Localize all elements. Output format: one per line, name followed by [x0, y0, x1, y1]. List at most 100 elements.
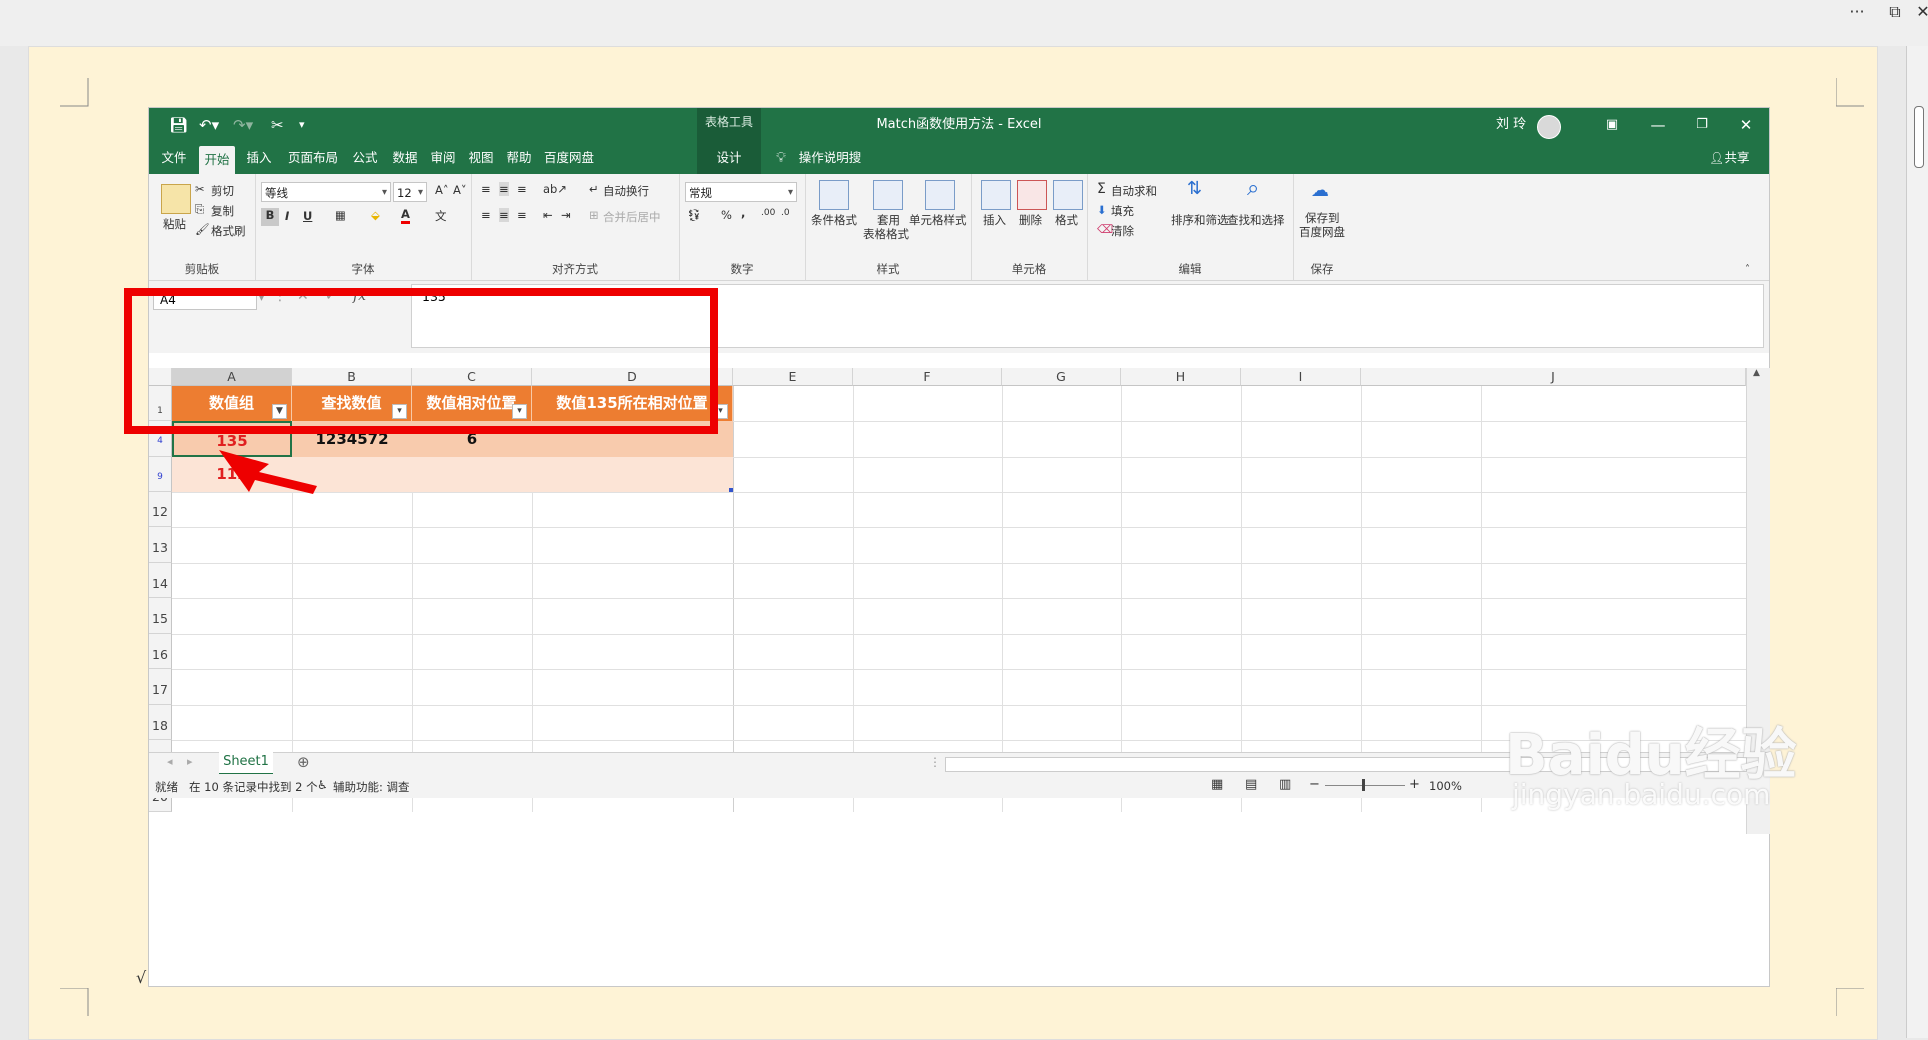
- format-cells-icon[interactable]: [1053, 180, 1083, 210]
- indent-decrease-icon[interactable]: ⇤: [543, 208, 553, 222]
- percent-button[interactable]: %: [721, 208, 732, 222]
- sort-filter-button[interactable]: 排序和筛选: [1171, 212, 1229, 228]
- close-icon[interactable]: ✕: [1723, 108, 1769, 142]
- align-center-icon[interactable]: ≡: [499, 208, 509, 222]
- page-break-icon[interactable]: ▥: [1279, 777, 1291, 792]
- comma-button[interactable]: ,: [741, 206, 745, 220]
- sheet-tab-sheet1[interactable]: Sheet1: [219, 752, 273, 775]
- row-header-18[interactable]: 18: [149, 705, 172, 740]
- table-resize-handle[interactable]: [729, 488, 733, 492]
- save-to-netdisk-line2[interactable]: 百度网盘: [1299, 224, 1345, 240]
- conditional-format-icon[interactable]: [819, 180, 849, 210]
- autosum-button[interactable]: 自动求和: [1111, 183, 1157, 199]
- restore-icon[interactable]: ⧉: [1880, 0, 1910, 24]
- delete-cells-icon[interactable]: [1017, 180, 1047, 210]
- delete-cells-button[interactable]: 删除: [1019, 212, 1042, 228]
- tab-file[interactable]: 文件: [155, 142, 193, 174]
- zoom-slider-thumb[interactable]: [1362, 779, 1365, 791]
- maximize-icon[interactable]: ❐: [1679, 108, 1725, 142]
- column-header-j[interactable]: J: [1361, 368, 1746, 386]
- table-format-button-2[interactable]: 表格格式: [863, 226, 909, 242]
- font-name-select[interactable]: 等线: [261, 182, 391, 203]
- shrink-font-icon[interactable]: A˅: [453, 183, 467, 197]
- merge-icon[interactable]: ⊞: [589, 208, 599, 222]
- table-format-icon[interactable]: [873, 180, 903, 210]
- tab-insert[interactable]: 插入: [241, 142, 277, 174]
- tab-home[interactable]: 开始: [199, 146, 235, 174]
- italic-button[interactable]: I: [285, 209, 289, 223]
- row-header-12[interactable]: 12: [149, 492, 172, 527]
- tab-design[interactable]: 设计: [697, 142, 761, 174]
- sheet-next-icon[interactable]: ▸: [187, 755, 193, 768]
- copy-icon[interactable]: ⎘: [195, 202, 204, 217]
- zoom-level[interactable]: 100%: [1429, 779, 1462, 793]
- more-options-icon[interactable]: ···: [1842, 0, 1872, 24]
- close-icon[interactable]: ✕: [1908, 0, 1928, 24]
- column-header-g[interactable]: G: [1002, 368, 1121, 386]
- align-bottom-icon[interactable]: ≡: [517, 182, 527, 196]
- align-right-icon[interactable]: ≡: [517, 208, 527, 222]
- sheet-prev-icon[interactable]: ◂: [167, 755, 173, 768]
- column-header-e[interactable]: E: [733, 368, 853, 386]
- font-size-select[interactable]: 12: [393, 182, 427, 203]
- cut-icon[interactable]: ✂: [195, 182, 205, 196]
- indent-increase-icon[interactable]: ⇥: [561, 208, 571, 222]
- paste-button[interactable]: 粘贴: [163, 216, 186, 232]
- tab-baidu-netdisk[interactable]: 百度网盘: [539, 142, 599, 174]
- number-format-select[interactable]: 常规: [685, 182, 797, 203]
- cell-styles-button[interactable]: 单元格样式: [909, 212, 967, 228]
- font-color-icon[interactable]: A: [401, 207, 410, 224]
- zoom-out-icon[interactable]: −: [1309, 777, 1320, 792]
- find-select-button[interactable]: 查找和选择: [1227, 212, 1285, 228]
- copy-button[interactable]: 复制: [211, 203, 234, 219]
- baidu-cloud-icon[interactable]: ☁: [1311, 180, 1329, 201]
- bold-button[interactable]: B: [261, 208, 279, 226]
- wrap-text-button[interactable]: 自动换行: [603, 183, 649, 199]
- tab-page-layout[interactable]: 页面布局: [283, 142, 343, 174]
- tab-review[interactable]: 审阅: [425, 142, 461, 174]
- fill-icon[interactable]: ⬇: [1097, 203, 1107, 217]
- align-middle-icon[interactable]: ≡: [499, 182, 509, 196]
- align-top-icon[interactable]: ≡: [481, 182, 491, 196]
- accessibility-status[interactable]: 辅助功能: 调查: [333, 779, 410, 795]
- row-header-13[interactable]: 13: [149, 527, 172, 563]
- worksheet-grid[interactable]: A B C D E F G H I J 1 4 9 12 13 14 15 16…: [149, 368, 1770, 936]
- collapse-ribbon-icon[interactable]: ˄: [1745, 264, 1750, 275]
- row-header-17[interactable]: 17: [149, 669, 172, 705]
- ribbon-display-icon[interactable]: ▣: [1589, 108, 1635, 142]
- sort-filter-icon[interactable]: ⇅: [1187, 178, 1202, 199]
- fill-color-icon[interactable]: ⬙: [371, 208, 380, 222]
- tab-help[interactable]: 帮助: [501, 142, 537, 174]
- border-icon[interactable]: ▦: [335, 208, 346, 222]
- splitter-icon[interactable]: ⋮: [929, 755, 941, 769]
- currency-icon[interactable]: 💱︎: [687, 208, 702, 222]
- table-cell[interactable]: [412, 457, 532, 492]
- format-cells-button[interactable]: 格式: [1055, 212, 1078, 228]
- tab-view[interactable]: 视图: [463, 142, 499, 174]
- scroll-up-icon[interactable]: ▲: [1753, 368, 1760, 378]
- format-painter-button[interactable]: 格式刷: [211, 223, 246, 239]
- decrease-decimal-icon[interactable]: .0: [781, 208, 790, 218]
- autosum-icon[interactable]: Σ: [1097, 181, 1106, 197]
- add-sheet-icon[interactable]: ⊕: [297, 753, 310, 771]
- insert-cells-icon[interactable]: [981, 180, 1011, 210]
- row-header-9[interactable]: 9: [149, 457, 172, 492]
- merge-center-button[interactable]: 合并后居中: [603, 209, 661, 225]
- increase-decimal-icon[interactable]: .00: [761, 208, 775, 218]
- document-scrollbar[interactable]: [1906, 46, 1928, 1038]
- share-button[interactable]: 共享: [1723, 142, 1751, 174]
- insert-cells-button[interactable]: 插入: [983, 212, 1006, 228]
- row-header-14[interactable]: 14: [149, 563, 172, 598]
- wrap-text-icon[interactable]: ↵: [589, 182, 599, 196]
- zoom-slider[interactable]: [1325, 785, 1405, 786]
- avatar[interactable]: [1537, 115, 1561, 139]
- grow-font-icon[interactable]: A˄: [435, 183, 449, 197]
- table-cell[interactable]: [532, 457, 733, 492]
- normal-view-icon[interactable]: ▦: [1211, 777, 1223, 792]
- conditional-format-button[interactable]: 条件格式: [811, 212, 857, 228]
- column-header-h[interactable]: H: [1121, 368, 1241, 386]
- minimize-icon[interactable]: —: [1635, 108, 1681, 142]
- paste-icon[interactable]: [161, 184, 191, 214]
- orientation-icon[interactable]: ab↗: [543, 182, 567, 196]
- cut-button[interactable]: 剪切: [211, 183, 234, 199]
